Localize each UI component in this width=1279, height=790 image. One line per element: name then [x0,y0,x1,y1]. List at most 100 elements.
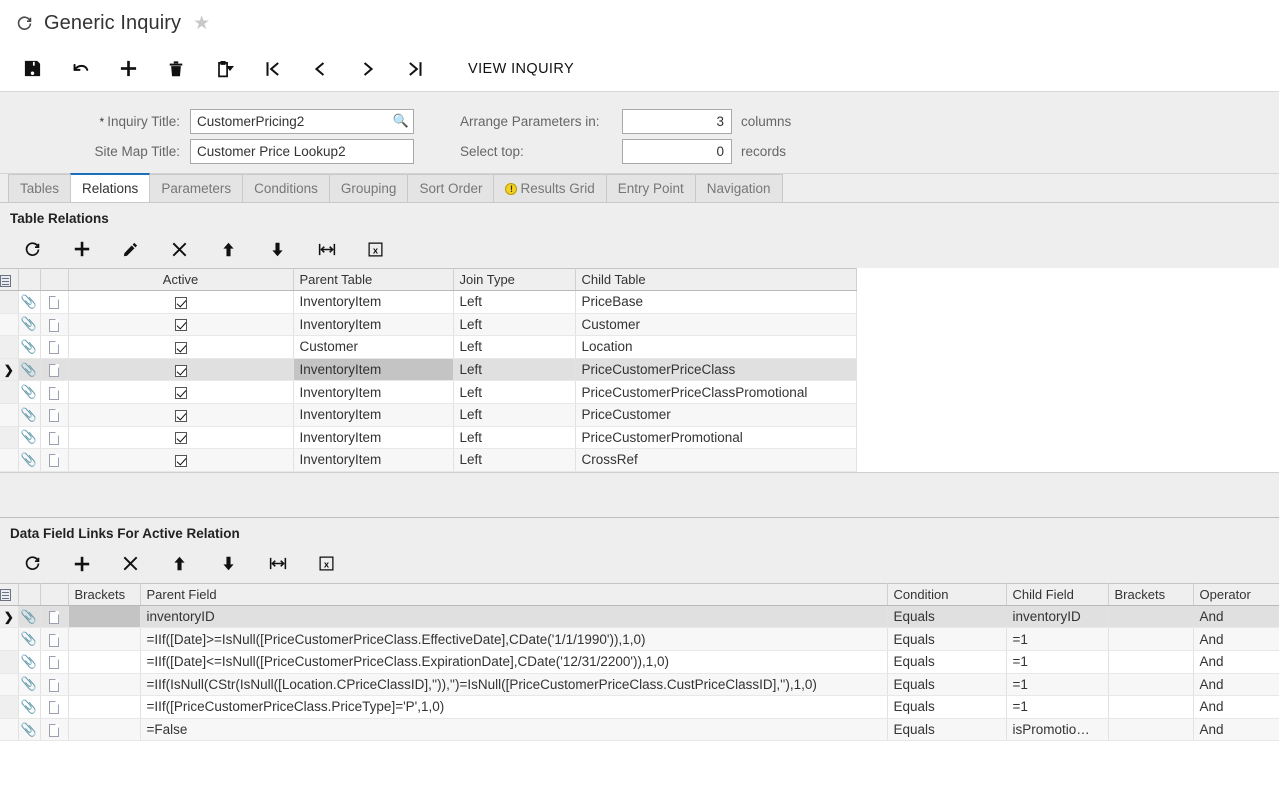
checkbox-checked-icon[interactable] [174,296,187,309]
note-cell[interactable] [40,605,69,629]
attachment-cell[interactable]: 📎 [18,358,41,382]
row-selector[interactable] [0,650,19,674]
table-row[interactable]: ❯ 📎 inventoryID Equals inventoryID And [0,605,1279,629]
cell-child-table[interactable]: CrossRef [575,448,857,472]
row-selector[interactable] [0,335,19,359]
cell-brackets-right[interactable] [1108,695,1194,719]
checkbox-checked-icon[interactable] [174,387,187,400]
table-row[interactable]: 📎 =IIf(IsNull(CStr(IsNull([Location.CPric… [0,673,1279,697]
active-checkbox-cell[interactable] [68,313,294,337]
cell-join-type[interactable]: Left [453,448,576,472]
table-row[interactable]: ❯ 📎 InventoryItem Left PriceCustomerPriceCla… [0,358,857,382]
attachment-cell[interactable]: 📎 [18,313,41,337]
tab-entry-point[interactable]: Entry Point [605,174,696,202]
fit-columns-button[interactable] [302,232,351,266]
chevron-down-icon[interactable] [225,66,234,71]
attachment-cell[interactable]: 📎 [18,627,41,651]
cell-parent-field[interactable]: =IIf(IsNull(CStr(IsNull([Location.CPrice… [140,673,888,697]
export-excel-button[interactable]: x [351,232,400,266]
active-checkbox-cell[interactable] [68,335,294,359]
tab-grouping[interactable]: Grouping [328,174,409,202]
cell-brackets-right[interactable] [1108,605,1194,629]
grid-settings-icon[interactable] [0,582,19,606]
cell-operator[interactable]: And [1193,650,1279,674]
tab-sort-order[interactable]: Sort Order [407,174,495,202]
attachment-cell[interactable]: 📎 [18,335,41,359]
column-header-operator[interactable]: Operator [1193,582,1279,606]
table-row[interactable]: 📎 =False Equals isPromotio… And [0,718,1279,742]
row-selector[interactable] [0,403,19,427]
last-record-button[interactable] [392,49,440,89]
active-checkbox-cell[interactable] [68,426,294,450]
cell-operator[interactable]: And [1193,673,1279,697]
note-cell[interactable] [40,358,69,382]
cell-parent-table[interactable]: InventoryItem [293,426,454,450]
cell-parent-table[interactable]: InventoryItem [293,358,454,382]
select-top-input[interactable]: 0 [622,138,732,164]
cell-child-table[interactable]: Customer [575,313,857,337]
move-down-button[interactable] [253,232,302,266]
add-row-button[interactable] [57,547,106,581]
cell-condition[interactable]: Equals [887,718,1007,742]
cell-child-field[interactable]: =1 [1006,627,1109,651]
attachment-cell[interactable]: 📎 [18,605,41,629]
table-row[interactable]: 📎 InventoryItem Left PriceCustomerPromotion… [0,426,857,450]
cell-join-type[interactable]: Left [453,313,576,337]
move-down-button[interactable] [204,547,253,581]
cell-child-field[interactable]: =1 [1006,650,1109,674]
table-row[interactable]: 📎 InventoryItem Left PriceCustomerPriceClas… [0,380,857,404]
note-cell[interactable] [40,313,69,337]
cell-condition[interactable]: Equals [887,605,1007,629]
active-checkbox-cell[interactable] [68,403,294,427]
row-selector[interactable] [0,290,19,314]
undo-button[interactable] [56,49,104,89]
attachment-cell[interactable]: 📎 [18,380,41,404]
cell-brackets-right[interactable] [1108,627,1194,651]
star-icon[interactable]: ★ [193,14,210,33]
cell-child-table[interactable]: PriceCustomer [575,403,857,427]
note-cell[interactable] [40,718,69,742]
column-header-brackets-right[interactable]: Brackets [1108,582,1194,606]
tab-results-grid[interactable]: ! Results Grid [493,174,607,202]
cell-brackets-left[interactable] [68,695,141,719]
row-selector[interactable] [0,426,19,450]
next-record-button[interactable] [344,49,392,89]
cell-operator[interactable]: And [1193,718,1279,742]
tab-tables[interactable]: Tables [8,174,72,202]
note-cell[interactable] [40,335,69,359]
attachment-cell[interactable]: 📎 [18,718,41,742]
checkbox-checked-icon[interactable] [174,319,187,332]
checkbox-checked-icon[interactable] [174,409,187,422]
active-checkbox-cell[interactable] [68,448,294,472]
row-selector[interactable] [0,627,19,651]
cell-parent-field[interactable]: =IIf([Date]<=IsNull([PriceCustomerPriceC… [140,650,888,674]
save-button[interactable] [8,49,56,89]
note-cell[interactable] [40,627,69,651]
column-header-child-field[interactable]: Child Field [1006,582,1109,606]
clipboard-button[interactable] [200,49,248,89]
cell-condition[interactable]: Equals [887,695,1007,719]
table-row[interactable]: 📎 InventoryItem Left Customer [0,313,857,337]
site-map-title-input[interactable]: Customer Price Lookup2 [190,138,414,164]
table-row[interactable]: 📎 InventoryItem Left PriceBase [0,290,857,314]
attachment-cell[interactable]: 📎 [18,403,41,427]
cell-operator[interactable]: And [1193,695,1279,719]
fit-columns-button[interactable] [253,547,302,581]
grid-settings-icon[interactable] [0,268,19,291]
attachment-cell[interactable]: 📎 [18,695,41,719]
column-header-brackets-left[interactable]: Brackets [68,582,141,606]
tab-relations[interactable]: Relations [70,173,151,202]
note-cell[interactable] [40,650,69,674]
column-header-active[interactable]: Active [68,268,294,291]
delete-row-button[interactable] [155,232,204,266]
table-row[interactable]: 📎 =IIf([PriceCustomerPriceClass.PriceType… [0,695,1279,719]
cell-brackets-right[interactable] [1108,718,1194,742]
cell-condition[interactable]: Equals [887,627,1007,651]
checkbox-checked-icon[interactable] [174,454,187,467]
table-row[interactable]: 📎 Customer Left Location [0,335,857,359]
row-selector[interactable] [0,448,19,472]
cell-brackets-right[interactable] [1108,650,1194,674]
column-header-join-type[interactable]: Join Type [453,268,576,291]
tab-conditions[interactable]: Conditions [242,174,330,202]
move-up-button[interactable] [204,232,253,266]
